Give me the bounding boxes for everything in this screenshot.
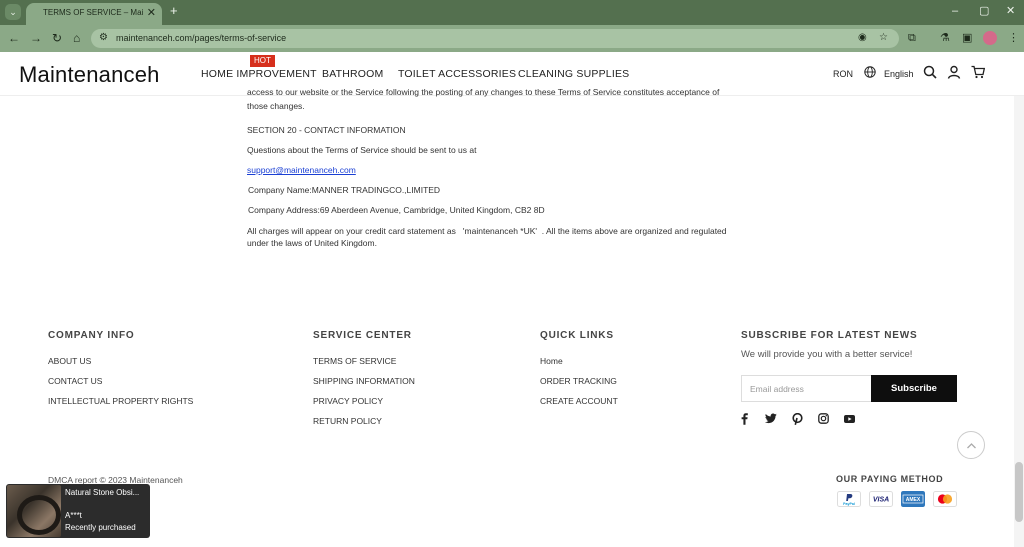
close-window-button[interactable]: ✕ <box>1006 5 1015 17</box>
url-text: maintenanceh.com/pages/terms-of-service <box>116 33 287 43</box>
tab-list-button[interactable]: ⌄ <box>5 4 21 20</box>
back-icon[interactable]: ← <box>8 31 20 45</box>
footer-link-contact-us[interactable]: CONTACT US <box>48 376 102 386</box>
eye-off-icon[interactable]: ◉ <box>858 32 867 43</box>
contact-questions-text: Questions about the Terms of Service sho… <box>247 145 477 155</box>
nav-home-improvement[interactable]: HOME IMPROVEMENT <box>201 68 317 80</box>
currency-selector[interactable]: RON <box>833 69 853 79</box>
paying-method-title: OUR PAYING METHOD <box>836 474 944 484</box>
browser-tab[interactable]: TERMS OF SERVICE – Maintenanceh ✕ <box>26 3 162 25</box>
instagram-icon[interactable] <box>818 413 829 424</box>
scrollbar-thumb[interactable] <box>1015 462 1023 522</box>
browser-toolbar: ← → ↻ ⌂ ⚙ maintenanceh.com/pages/terms-o… <box>0 25 1024 52</box>
visa-icon: VISA <box>869 491 893 507</box>
svg-text:VISA: VISA <box>873 497 889 504</box>
recent-purchase-popup[interactable]: Natural Stone Obsi... A***t Recently pur… <box>6 484 150 538</box>
hot-badge: HOT <box>250 55 275 67</box>
charges-statement-end: under the laws of United Kingdom. <box>247 238 377 248</box>
cart-icon[interactable] <box>971 65 985 79</box>
minimize-button[interactable]: – <box>952 5 958 17</box>
footer-link-terms[interactable]: TERMS OF SERVICE <box>313 356 396 366</box>
tab-title: TERMS OF SERVICE – Maintenanceh <box>43 8 143 17</box>
new-tab-button[interactable]: + <box>170 4 178 18</box>
charges-statement: All charges will appear on your credit c… <box>247 226 727 236</box>
company-name: Company Name:MANNER TRADINGCO.,LIMITED <box>248 185 441 195</box>
chevron-up-icon <box>967 443 976 449</box>
nav-bathroom[interactable]: BATHROOM <box>322 68 384 80</box>
pinterest-icon[interactable] <box>792 413 803 425</box>
footer-company-info-title: COMPANY INFO <box>48 330 135 341</box>
labs-icon[interactable]: ⚗ <box>940 31 950 45</box>
support-email-link[interactable]: support@maintenanceh.com <box>247 165 356 175</box>
tab-close-icon[interactable]: ✕ <box>147 6 156 20</box>
bookmark-star-icon[interactable]: ☆ <box>879 32 888 43</box>
paypal-icon: PayPal <box>837 491 861 507</box>
footer-link-privacy[interactable]: PRIVACY POLICY <box>313 396 383 406</box>
section-heading: SECTION 20 - CONTACT INFORMATION <box>247 125 406 135</box>
twitter-icon[interactable] <box>765 413 777 424</box>
clipped-paragraph-line: access to our website or the Service fol… <box>247 87 720 97</box>
globe-icon[interactable] <box>864 66 876 78</box>
footer-service-center-title: SERVICE CENTER <box>313 330 412 341</box>
svg-text:AMEX: AMEX <box>906 497 921 503</box>
newsletter-text: We will provide you with a better servic… <box>741 349 913 360</box>
nav-cleaning-supplies[interactable]: CLEANING SUPPLIES <box>518 68 629 80</box>
menu-icon[interactable]: ⋮ <box>1008 31 1019 45</box>
mastercard-icon <box>933 491 957 507</box>
reload-icon[interactable]: ↻ <box>52 31 62 45</box>
footer-link-about-us[interactable]: ABOUT US <box>48 356 91 366</box>
clipped-paragraph-end: those changes. <box>247 101 305 111</box>
footer-link-create-account[interactable]: CREATE ACCOUNT <box>540 396 618 406</box>
site-logo[interactable]: Maintenanceh <box>19 62 160 88</box>
browser-tab-bar: ⌄ TERMS OF SERVICE – Maintenanceh ✕ + – … <box>0 0 1024 25</box>
maximize-button[interactable]: ▢ <box>979 5 989 17</box>
extensions-icon[interactable]: ⧉ <box>908 31 916 45</box>
side-panel-icon[interactable]: ▣ <box>962 31 972 45</box>
footer-link-order-tracking[interactable]: ORDER TRACKING <box>540 376 617 386</box>
search-icon[interactable] <box>923 65 937 79</box>
popup-status: Recently purchased <box>65 523 136 532</box>
address-bar[interactable]: ⚙ maintenanceh.com/pages/terms-of-servic… <box>91 29 899 48</box>
product-thumbnail <box>7 485 61 537</box>
footer-link-return[interactable]: RETURN POLICY <box>313 416 382 426</box>
facebook-icon[interactable] <box>740 413 749 425</box>
newsletter-email-input[interactable] <box>741 375 872 402</box>
footer-link-ip-rights[interactable]: INTELLECTUAL PROPERTY RIGHTS <box>48 396 193 406</box>
popup-buyer: A***t <box>65 511 82 520</box>
home-icon[interactable]: ⌂ <box>73 31 80 45</box>
popup-product-title: Natural Stone Obsi... <box>65 488 140 497</box>
company-address: Company Address:69 Aberdeen Avenue, Camb… <box>248 205 545 215</box>
site-info-icon[interactable]: ⚙ <box>99 32 108 43</box>
nav-toilet-accessories[interactable]: TOILET ACCESSORIES <box>398 68 516 80</box>
forward-icon[interactable]: → <box>30 31 42 45</box>
footer-link-shipping[interactable]: SHIPPING INFORMATION <box>313 376 415 386</box>
footer-link-home[interactable]: Home <box>540 356 563 366</box>
language-selector[interactable]: English <box>884 69 914 79</box>
amex-icon: AMEX <box>901 491 925 507</box>
youtube-icon[interactable] <box>844 415 855 423</box>
svg-text:PayPal: PayPal <box>843 502 855 506</box>
profile-avatar[interactable] <box>983 31 997 45</box>
subscribe-button[interactable]: Subscribe <box>871 375 957 402</box>
back-to-top-button[interactable] <box>957 431 985 459</box>
footer-newsletter-title: SUBSCRIBE FOR LATEST NEWS <box>741 330 918 341</box>
footer-quick-links-title: QUICK LINKS <box>540 330 614 341</box>
account-icon[interactable] <box>947 65 961 79</box>
